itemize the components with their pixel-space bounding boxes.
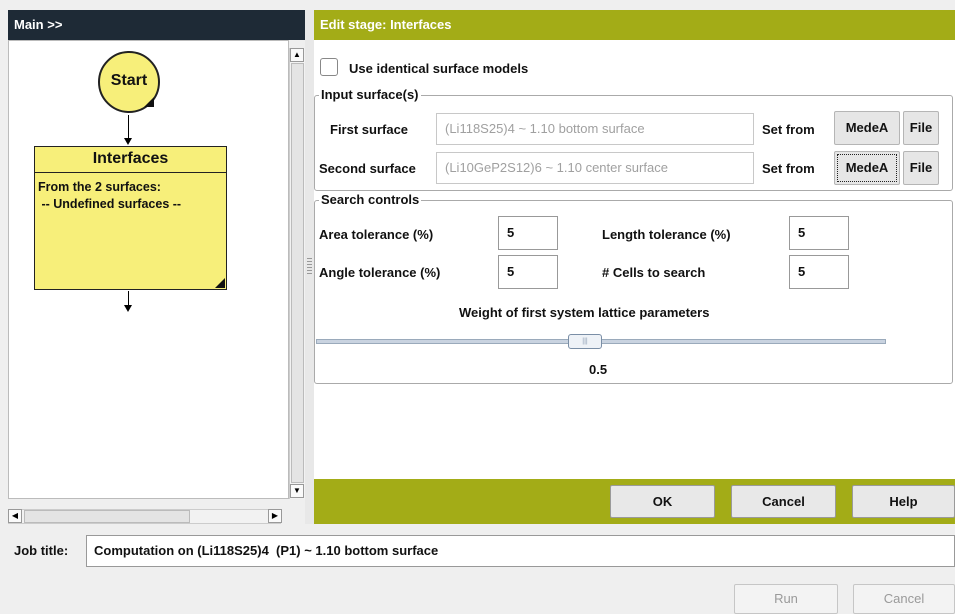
input-surfaces-legend: Input surface(s) — [319, 87, 421, 102]
start-node[interactable]: Start — [98, 51, 160, 113]
length-tolerance-input[interactable]: 5 — [789, 216, 849, 250]
ok-button[interactable]: OK — [610, 485, 715, 518]
cells-to-search-input[interactable]: 5 — [789, 255, 849, 289]
angle-tolerance-label: Angle tolerance (%) — [319, 265, 441, 280]
dialog-button-bar: OK Cancel Help — [314, 479, 955, 524]
flow-connector — [128, 115, 129, 139]
identical-surfaces-label: Use identical surface models — [349, 61, 529, 76]
second-file-button[interactable]: File — [903, 151, 939, 185]
weight-slider-thumb[interactable]: ||| — [568, 334, 602, 349]
area-tolerance-input[interactable]: 5 — [498, 216, 558, 250]
vertical-scrollbar[interactable]: ▲ ▼ — [289, 48, 305, 499]
stage-node-line: From the 2 surfaces: — [38, 180, 161, 194]
scroll-up-icon[interactable]: ▲ — [290, 48, 304, 62]
first-medea-button[interactable]: MedeA — [834, 111, 900, 145]
length-tolerance-label: Length tolerance (%) — [602, 227, 731, 242]
weight-label: Weight of first system lattice parameter… — [459, 305, 710, 320]
angle-tolerance-input[interactable]: 5 — [498, 255, 558, 289]
cancel-dialog-button[interactable]: Cancel — [731, 485, 836, 518]
job-title-label: Job title: — [14, 543, 69, 558]
job-title-input[interactable]: Computation on (Li118S25)4 (P1) ~ 1.10 b… — [86, 535, 955, 567]
scroll-right-icon[interactable]: ▶ — [268, 509, 282, 523]
cancel-job-button[interactable]: Cancel — [853, 584, 955, 614]
splitter-grip-icon — [307, 258, 312, 274]
panel-splitter[interactable] — [305, 10, 314, 524]
vertical-scroll-thumb[interactable] — [291, 63, 304, 483]
area-tolerance-label: Area tolerance (%) — [319, 227, 434, 242]
node-corner-marker — [144, 97, 154, 107]
stage-node-title: Interfaces — [35, 147, 226, 173]
first-surface-field[interactable]: (Li118S25)4 ~ 1.10 bottom surface — [436, 113, 754, 145]
weight-value: 0.5 — [589, 362, 608, 377]
first-surface-label: First surface — [330, 122, 409, 137]
arrow-down-icon — [124, 138, 132, 145]
scroll-left-icon[interactable]: ◀ — [8, 509, 22, 523]
second-surface-label: Second surface — [319, 161, 416, 176]
run-button[interactable]: Run — [734, 584, 838, 614]
dialog-title: Edit stage: Interfaces — [314, 10, 955, 40]
horizontal-scrollbar[interactable]: ◀ ▶ — [8, 509, 282, 524]
second-surface-field[interactable]: (Li10GeP2S12)6 ~ 1.10 center surface — [436, 152, 754, 184]
arrow-down-icon — [124, 305, 132, 312]
first-set-from-label: Set from — [762, 122, 815, 137]
second-set-from-label: Set from — [762, 161, 815, 176]
left-panel-title[interactable]: Main >> — [8, 10, 305, 40]
stage-node-interfaces[interactable]: Interfaces From the 2 surfaces: -- Undef… — [34, 146, 227, 290]
horizontal-scroll-thumb[interactable] — [24, 510, 190, 523]
second-medea-button[interactable]: MedeA — [834, 151, 900, 185]
identical-surfaces-checkbox[interactable] — [320, 58, 338, 76]
search-controls-legend: Search controls — [319, 192, 422, 207]
start-node-label: Start — [110, 72, 148, 89]
first-file-button[interactable]: File — [903, 111, 939, 145]
node-corner-marker — [215, 278, 225, 288]
help-button[interactable]: Help — [852, 485, 955, 518]
cells-to-search-label: # Cells to search — [602, 265, 706, 280]
scroll-down-icon[interactable]: ▼ — [290, 484, 304, 498]
stage-node-line: -- Undefined surfaces -- — [38, 197, 182, 211]
